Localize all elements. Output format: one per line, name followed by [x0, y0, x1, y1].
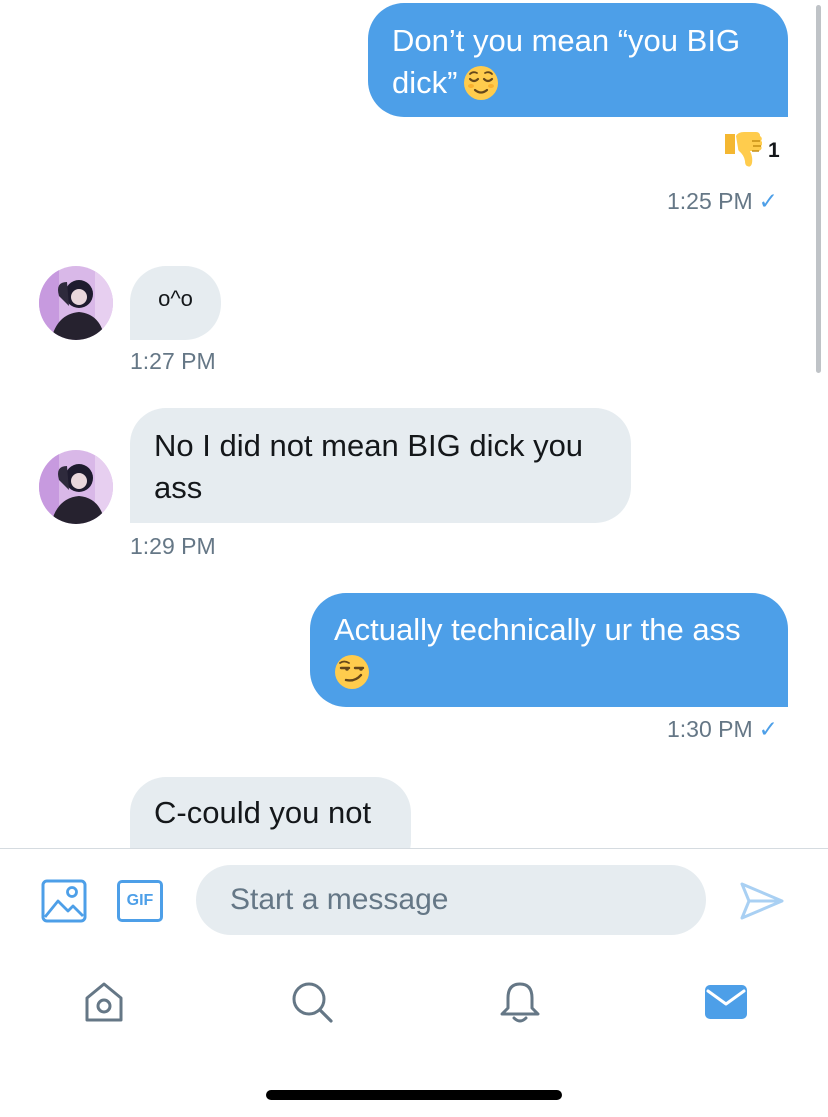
message-thread[interactable]: Don’t you mean “you BIG dick” 1 1:25 PM …	[0, 0, 828, 848]
home-indicator[interactable]	[266, 1090, 562, 1100]
message-timestamp: 1:30 PM ✓	[667, 716, 778, 743]
avatar[interactable]	[39, 450, 113, 524]
smirking-face-emoji	[334, 654, 370, 690]
tab-notifications[interactable]	[490, 972, 550, 1032]
message-line: o^o	[158, 286, 193, 311]
timestamp-text: 1:30 PM	[667, 716, 753, 742]
message-composer: GIF	[0, 848, 828, 948]
bell-icon	[498, 980, 542, 1024]
message-line: No I did not mean BIG dick you	[154, 428, 584, 463]
message-timestamp: 1:29 PM	[130, 533, 216, 559]
home-icon	[82, 980, 126, 1024]
scrollbar[interactable]	[816, 5, 821, 373]
thumbs-down-icon	[722, 130, 762, 172]
send-button[interactable]	[738, 877, 786, 925]
outgoing-message-bubble[interactable]: Actually technically ur the ass	[310, 593, 788, 707]
message-line: Actually technically ur the ass	[334, 612, 741, 647]
message-line: C-could you not	[154, 795, 372, 830]
incoming-message-bubble[interactable]: No I did not mean BIG dick you ass	[130, 408, 631, 523]
relieved-face-emoji	[463, 65, 499, 101]
tab-search[interactable]	[282, 972, 342, 1032]
gif-label: GIF	[126, 892, 154, 909]
message-line: ass	[154, 470, 203, 505]
message-line: Don’t you mean “you BIG	[392, 23, 741, 58]
bottom-tab-bar	[0, 950, 828, 1050]
timestamp-text: 1:25 PM	[667, 188, 753, 214]
outgoing-message-bubble[interactable]: Don’t you mean “you BIG dick”	[368, 3, 788, 117]
gif-icon: GIF	[117, 880, 163, 922]
read-check-icon: ✓	[758, 716, 778, 742]
send-icon	[740, 881, 784, 921]
mail-icon	[704, 983, 748, 1021]
image-icon	[41, 879, 87, 923]
message-timestamp: 1:27 PM	[130, 348, 216, 374]
read-check-icon: ✓	[758, 188, 778, 214]
message-input[interactable]	[196, 865, 706, 935]
add-photo-button[interactable]	[40, 877, 88, 925]
message-reaction[interactable]: 1	[722, 130, 780, 172]
avatar[interactable]	[39, 266, 113, 340]
tab-home[interactable]	[74, 972, 134, 1032]
tab-messages[interactable]	[696, 972, 756, 1032]
incoming-message-bubble[interactable]: C-could you not	[130, 777, 411, 848]
add-gif-button[interactable]: GIF	[116, 877, 164, 925]
message-line: dick”	[392, 65, 458, 100]
search-icon	[290, 980, 334, 1024]
reaction-count: 1	[768, 139, 780, 162]
message-timestamp: 1:25 PM ✓	[667, 188, 778, 215]
incoming-message-bubble[interactable]: o^o	[130, 266, 221, 340]
